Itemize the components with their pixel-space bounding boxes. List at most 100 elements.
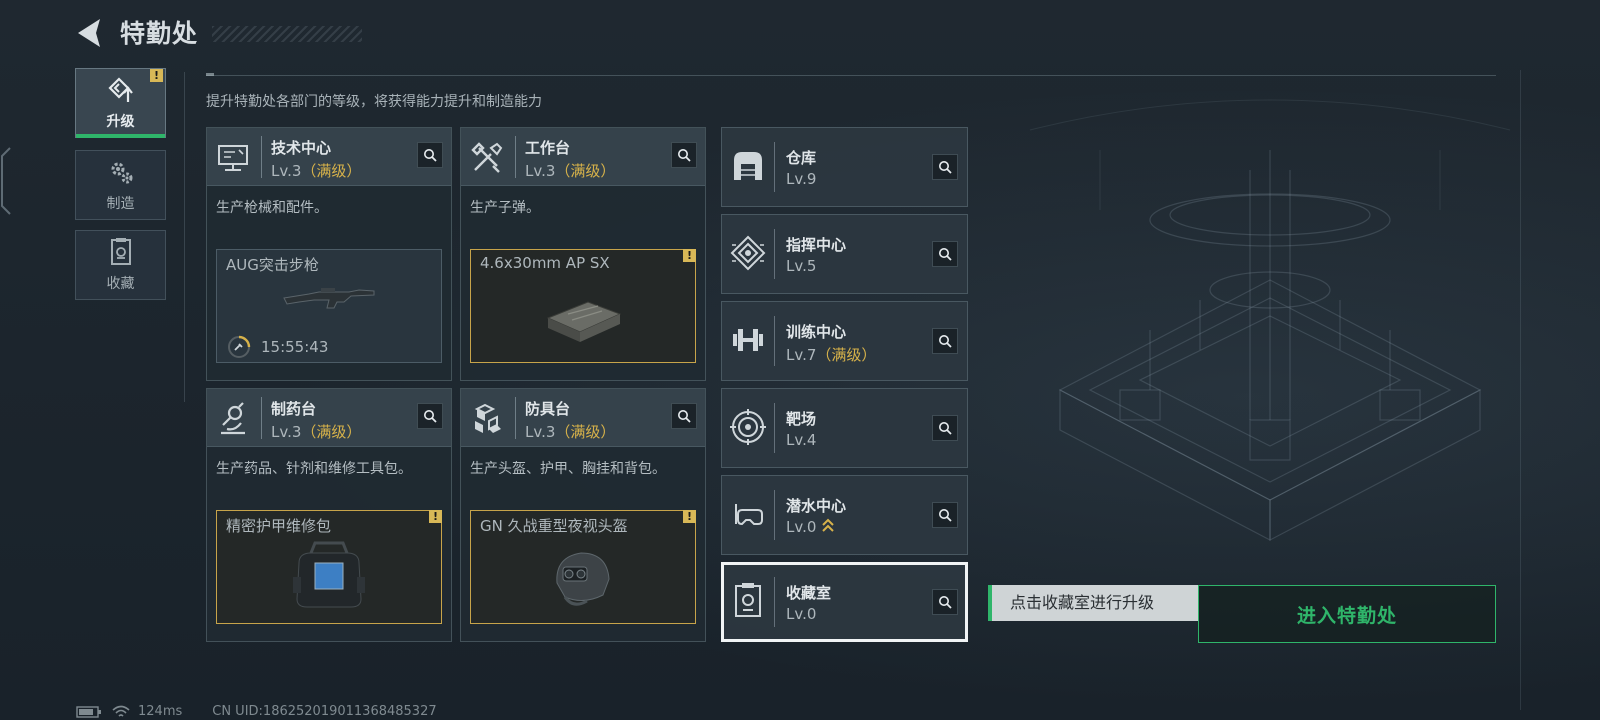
alert-badge: ! <box>683 510 696 523</box>
active-tab-indicator <box>76 134 165 138</box>
collection-icon <box>110 238 131 265</box>
room-card-warehouse[interactable]: 仓库 Lv.9 <box>721 127 968 207</box>
production-slot[interactable]: AUG突击步枪 15:55:43 <box>216 249 442 363</box>
max-level-tag: （满级） <box>816 346 877 364</box>
gear-icon <box>111 162 132 184</box>
room-name: 靶场 <box>786 410 817 428</box>
search-icon <box>939 596 952 609</box>
search-icon <box>939 248 952 261</box>
tab-craft[interactable]: 制造 <box>75 150 166 220</box>
app-root: 特勤处 提升特勤处各部门的等级，将获得能力提升和制造能力 升级 ! 制造 收藏 … <box>0 0 1600 720</box>
frame-line <box>184 72 185 402</box>
level-value: Lv.3 <box>271 423 302 441</box>
inspect-button[interactable] <box>932 502 958 528</box>
enter-special-ops-button[interactable]: 进入特勤处 <box>1198 585 1496 643</box>
tab-collection[interactable]: 收藏 <box>75 230 166 300</box>
facility-name: 技术中心 <box>271 139 332 157</box>
cubes-icon <box>474 403 501 433</box>
room-level: Lv.4 <box>786 431 816 449</box>
room-card-collection-room[interactable]: 收藏室 Lv.0 <box>721 562 968 642</box>
level-value: Lv.0 <box>786 518 817 536</box>
divider-accent <box>206 73 214 76</box>
ammo-box-icon <box>546 301 622 342</box>
target-icon <box>730 409 766 445</box>
level-value: Lv.0 <box>786 605 817 623</box>
facility-level: Lv.3（满级） <box>525 421 615 442</box>
dumbbell-icon <box>733 329 763 351</box>
production-slot[interactable]: 精密护甲维修包 ! <box>216 510 442 624</box>
search-icon <box>939 509 952 522</box>
inspect-button[interactable] <box>932 415 958 441</box>
back-arrow-icon[interactable] <box>74 16 104 50</box>
battery-icon <box>76 705 101 718</box>
search-icon <box>678 149 691 162</box>
page-subtitle: 提升特勤处各部门的等级，将获得能力提升和制造能力 <box>206 94 542 110</box>
divider <box>206 75 1496 76</box>
facility-card-header: 工作台 Lv.3（满级） <box>461 128 705 186</box>
room-card-training-center[interactable]: 训练中心 Lv.7（满级） <box>721 301 968 381</box>
search-icon <box>678 410 691 423</box>
ping-readout: 124ms <box>138 704 183 719</box>
header-separator <box>261 397 262 439</box>
product-name: AUG突击步枪 <box>226 256 319 274</box>
facility-card-workbench[interactable]: 工作台 Lv.3（满级） 生产子弹。 4.6x30mm AP SX ! <box>460 127 706 381</box>
alert-badge: ! <box>429 510 442 523</box>
level-value: Lv.4 <box>786 431 817 449</box>
inspect-button[interactable] <box>417 142 443 168</box>
room-name: 潜水中心 <box>786 497 847 515</box>
trophy-room-icon <box>735 583 761 617</box>
facility-card-tech-center[interactable]: 技术中心 Lv.3（满级） 生产枪械和配件。 AUG突击步枪 15:55:43 <box>206 127 452 381</box>
microscope-icon <box>221 402 245 435</box>
facility-description: 生产头盔、护甲、胸挂和背包。 <box>470 461 666 477</box>
facility-name: 防具台 <box>525 400 571 418</box>
production-slot[interactable]: GN 久战重型夜视头盔 ! <box>470 510 696 624</box>
page-title: 特勤处 <box>120 19 199 48</box>
max-level-tag: （满级） <box>301 423 362 441</box>
facility-level: Lv.3（满级） <box>525 160 615 181</box>
inspect-button[interactable] <box>932 154 958 180</box>
row-separator <box>774 229 775 279</box>
inspect-button[interactable] <box>932 589 958 615</box>
tab-upgrade[interactable]: 升级 ! <box>75 68 166 138</box>
product-name: GN 久战重型夜视头盔 <box>480 517 628 535</box>
room-level: Lv.9 <box>786 170 816 188</box>
room-name: 仓库 <box>786 149 817 167</box>
max-level-tag: （满级） <box>301 162 362 180</box>
room-level: Lv.0 <box>786 518 835 536</box>
room-card-diving-center[interactable]: 潜水中心 Lv.0 <box>721 475 968 555</box>
side-bracket-decoration <box>1 147 11 215</box>
product-name: 精密护甲维修包 <box>226 517 332 535</box>
max-level-tag: （满级） <box>555 162 616 180</box>
helmet-icon <box>556 552 610 606</box>
row-separator <box>774 316 775 366</box>
inspect-button[interactable] <box>671 403 697 429</box>
production-slot[interactable]: 4.6x30mm AP SX ! <box>470 249 696 363</box>
facility-level: Lv.3（满级） <box>271 421 361 442</box>
level-value: Lv.7 <box>786 346 817 364</box>
header-separator <box>515 397 516 439</box>
status-bar: 124ms CN UID:1862520190113684853​27 <box>76 704 437 719</box>
inspect-button[interactable] <box>417 403 443 429</box>
inspect-button[interactable] <box>932 241 958 267</box>
frame-line <box>1520 70 1521 710</box>
rifle-icon <box>283 288 375 309</box>
room-card-shooting-range[interactable]: 靶场 Lv.4 <box>721 388 968 468</box>
search-icon <box>424 410 437 423</box>
facility-card-pharmacy[interactable]: 制药台 Lv.3（满级） 生产药品、针剂和维修工具包。 精密护甲维修包 ! <box>206 388 452 642</box>
title-stripe-decoration <box>212 26 362 42</box>
upgrade-hint-tooltip: 点击收藏室进行升级 <box>988 585 1198 621</box>
inspect-button[interactable] <box>932 328 958 354</box>
facility-card-armor-bench[interactable]: 防具台 Lv.3（满级） 生产头盔、护甲、胸挂和背包。 GN 久战重型夜视头盔 … <box>460 388 706 642</box>
inspect-button[interactable] <box>671 142 697 168</box>
level-value: Lv.3 <box>271 162 302 180</box>
command-icon <box>730 235 766 271</box>
room-name: 训练中心 <box>786 323 847 341</box>
tab-craft-label: 制造 <box>106 196 135 212</box>
timer-value: 15:55:43 <box>261 338 329 356</box>
facility-card-header: 制药台 Lv.3（满级） <box>207 389 451 447</box>
row-separator <box>774 490 775 540</box>
headquarters-blueprint-image <box>1029 99 1511 541</box>
facility-description: 生产药品、针剂和维修工具包。 <box>216 461 412 477</box>
room-card-command-center[interactable]: 指挥中心 Lv.5 <box>721 214 968 294</box>
facility-name: 工作台 <box>525 139 571 157</box>
